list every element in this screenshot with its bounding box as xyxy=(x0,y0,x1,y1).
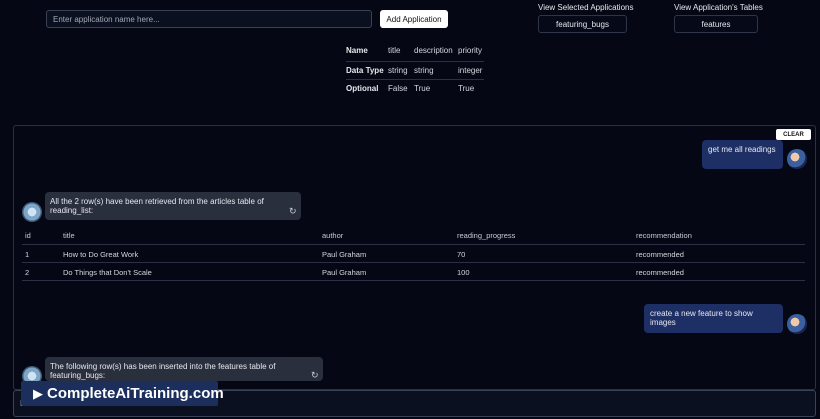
bot-message-text: All the 2 row(s) have been retrieved fro… xyxy=(50,197,264,215)
table-cell: How to Do Great Work xyxy=(63,250,139,259)
table-divider xyxy=(22,280,805,281)
table-cell: Paul Graham xyxy=(322,268,367,277)
bot-message: The following row(s) has been inserted i… xyxy=(45,357,323,381)
table-cell: Paul Graham xyxy=(322,250,367,259)
table-header: title xyxy=(63,231,75,240)
schema-row-label-name: Name xyxy=(346,46,368,55)
table-cell: 100 xyxy=(457,268,470,277)
table-divider xyxy=(22,244,805,245)
watermark-banner: ▶ CompleteAiTraining.com xyxy=(21,381,224,406)
schema-column-type: string xyxy=(388,66,408,75)
schema-column-optional: True xyxy=(414,84,431,93)
selected-application-name: featuring_bugs xyxy=(556,19,609,29)
schema-column-name: title xyxy=(388,46,401,55)
add-application-button[interactable]: Add Application xyxy=(380,10,448,28)
table-header: author xyxy=(322,231,344,240)
user-avatar-icon xyxy=(787,149,807,169)
table-header: id xyxy=(25,231,31,240)
schema-column-name: description xyxy=(414,46,453,55)
table-cell: 2 xyxy=(25,268,30,277)
play-icon: ▶ xyxy=(33,385,43,401)
table-cell: recommended xyxy=(636,268,684,277)
bot-message: All the 2 row(s) have been retrieved fro… xyxy=(45,192,301,220)
schema-column-type: string xyxy=(414,66,434,75)
table-cell: Do Things that Don't Scale xyxy=(63,268,152,277)
user-message: get me all readings xyxy=(702,140,783,169)
schema-column-type: integer xyxy=(458,66,483,75)
schema-column-name: priority xyxy=(458,46,483,55)
schema-row-label-optional: Optional xyxy=(346,84,379,93)
reload-icon[interactable]: ↻ xyxy=(311,370,319,381)
user-avatar-icon xyxy=(787,314,807,334)
schema-row-label-data-type: Data Type xyxy=(346,66,384,75)
schema-divider xyxy=(346,61,484,62)
clear-chat-button[interactable]: CLEAR xyxy=(776,129,811,140)
selected-table-button[interactable]: features xyxy=(674,15,758,33)
user-message: create a new feature to show images xyxy=(644,304,783,333)
table-cell: 70 xyxy=(457,250,466,259)
watermark-text: CompleteAiTraining.com xyxy=(47,385,224,402)
table-cell: 1 xyxy=(25,250,30,259)
user-message-text: get me all readings xyxy=(708,145,776,154)
schema-divider xyxy=(346,79,484,80)
table-divider xyxy=(22,262,805,263)
user-message-text: create a new feature to show images xyxy=(650,309,753,327)
selected-applications-label: View Selected Applications xyxy=(538,3,634,12)
selected-table-name: features xyxy=(701,19,731,29)
bot-avatar-icon xyxy=(22,202,42,222)
reload-icon[interactable]: ↻ xyxy=(289,206,297,217)
schema-column-optional: True xyxy=(458,84,475,93)
table-header: reading_progress xyxy=(457,231,516,240)
selected-application-button[interactable]: featuring_bugs xyxy=(538,15,627,33)
application-name-input[interactable] xyxy=(46,10,372,28)
schema-column-optional: False xyxy=(388,84,408,93)
table-cell: recommended xyxy=(636,250,684,259)
application-tables-label: View Application's Tables xyxy=(674,3,763,12)
bot-message-text: The following row(s) has been inserted i… xyxy=(50,362,276,380)
table-header: recommendation xyxy=(636,231,692,240)
